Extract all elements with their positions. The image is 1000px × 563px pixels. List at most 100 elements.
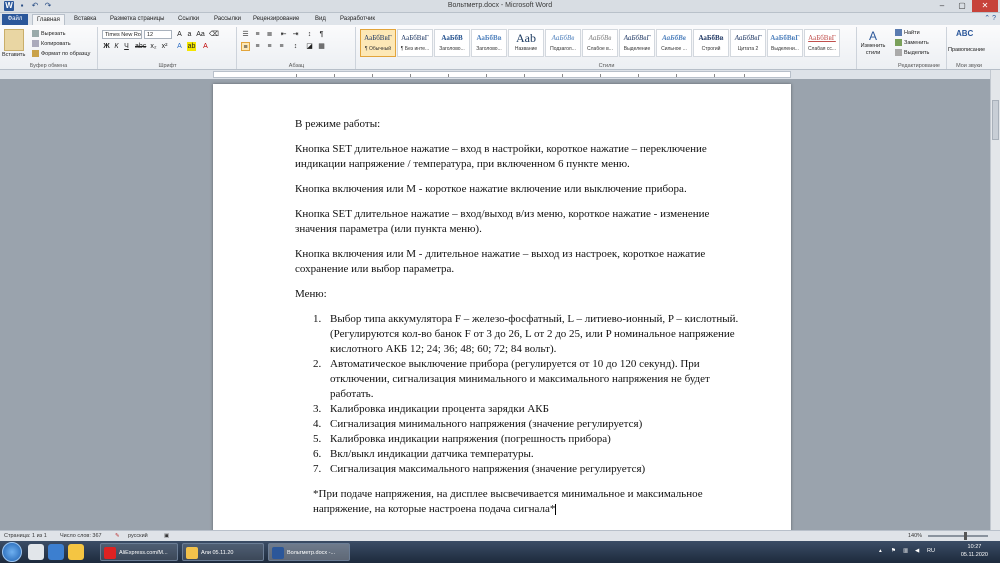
paragraph: Кнопка SET длительное нажатие – вход/вых… — [295, 208, 710, 235]
highlight-icon[interactable]: ab — [187, 42, 196, 51]
cut-button[interactable]: Вырезать — [32, 30, 65, 37]
style-intense-quote[interactable]: АаБбВвГ Выделени... — [767, 29, 803, 57]
minimize-button[interactable]: – — [932, 0, 952, 12]
paragraph: Меню: — [295, 288, 327, 300]
tab-view[interactable]: Вид — [311, 14, 330, 25]
window-title: Вольтметр.docx - Microsoft Word — [447, 2, 553, 9]
explorer-pinned-icon[interactable] — [28, 544, 44, 560]
tray-arrow-icon[interactable]: ▴ — [879, 548, 882, 554]
align-left-icon[interactable]: ≡ — [241, 42, 250, 51]
style-emphasis[interactable]: АаБбВвГ Выделение — [619, 29, 655, 57]
maximize-button[interactable]: ▢ — [952, 0, 972, 12]
replace-button[interactable]: Заменить — [895, 39, 929, 46]
tab-insert[interactable]: Вставка — [70, 14, 100, 25]
style-subtle-reference[interactable]: АаБбВвГ Слабая сс... — [804, 29, 840, 57]
increase-indent-icon[interactable]: ⇥ — [291, 30, 300, 39]
clear-format-icon[interactable]: ⌫ — [209, 30, 219, 39]
change-styles-button[interactable]: A Изменить стили — [858, 29, 888, 57]
style-quote-2[interactable]: АаБбВвГ Цитата 2 — [730, 29, 766, 57]
style-strong[interactable]: АаБбВв Строгий — [693, 29, 729, 57]
flag-icon[interactable]: ⚑ — [891, 548, 896, 554]
list-item: 5. Калибровка индикации напряжения (погре… — [313, 433, 611, 445]
shading-icon[interactable]: ◪ — [305, 42, 314, 51]
language-indicator[interactable]: русский — [128, 531, 148, 541]
document-page[interactable]: В режиме работы: Кнопка SET длительное н… — [213, 84, 791, 544]
document-body[interactable]: В режиме работы: Кнопка SET длительное н… — [295, 117, 745, 527]
macro-icon[interactable]: ▣ — [164, 531, 169, 541]
font-family-select[interactable]: Times New Ro — [102, 30, 142, 39]
tab-developer[interactable]: Разработчик — [336, 14, 379, 25]
copy-button[interactable]: Копировать — [32, 40, 71, 47]
font-size-select[interactable]: 12 — [144, 30, 172, 39]
proofing-status-icon[interactable]: ✎ — [115, 531, 120, 541]
tab-home[interactable]: Главная — [32, 14, 65, 25]
shrink-font-icon[interactable]: a — [185, 30, 194, 39]
show-marks-icon[interactable]: ¶ — [317, 30, 326, 39]
select-button[interactable]: Выделить — [895, 49, 929, 56]
style-intense-emphasis[interactable]: АаБбВв Сильное ... — [656, 29, 692, 57]
word-count[interactable]: Число слов: 367 — [60, 531, 102, 541]
align-center-icon[interactable]: ≡ — [253, 42, 262, 51]
status-bar: Страница: 1 из 1 Число слов: 367 ✎ русск… — [0, 530, 1000, 541]
scrollbar-thumb[interactable] — [992, 100, 999, 140]
superscript-button[interactable]: x² — [160, 42, 169, 51]
tab-page-layout[interactable]: Разметка страницы — [106, 14, 168, 25]
bullets-icon[interactable]: ☰ — [241, 30, 250, 39]
grow-font-icon[interactable]: A — [175, 30, 184, 39]
taskbar-item-folder[interactable]: Али 05.11.20 — [182, 543, 264, 561]
keyboard-language[interactable]: RU — [927, 548, 935, 554]
folder-pinned-icon[interactable] — [68, 544, 84, 560]
style-normal[interactable]: АаБбВвГ ¶ Обычный — [360, 29, 396, 57]
style-subtle-emphasis[interactable]: АаБбВв Слабое в... — [582, 29, 618, 57]
style-heading-1[interactable]: АаБбВ Заголово... — [434, 29, 470, 57]
tab-file[interactable]: Файл — [2, 14, 28, 25]
line-spacing-icon[interactable]: ↕ — [291, 42, 300, 51]
media-pinned-icon[interactable] — [48, 544, 64, 560]
style-subtitle[interactable]: АаБбВв Подзагол... — [545, 29, 581, 57]
close-button[interactable]: ✕ — [972, 0, 998, 12]
zoom-slider-knob[interactable] — [964, 532, 967, 540]
multilevel-list-icon[interactable]: ≣ — [265, 30, 274, 39]
horizontal-ruler[interactable] — [0, 70, 1000, 79]
clock[interactable]: 10:27 05.11.2020 — [961, 543, 988, 559]
strikethrough-button[interactable]: abc — [135, 42, 146, 51]
tab-references[interactable]: Ссылки — [174, 14, 203, 25]
zoom-slider[interactable] — [928, 532, 988, 540]
align-right-icon[interactable]: ≡ — [265, 42, 274, 51]
subscript-button[interactable]: x₂ — [149, 42, 158, 51]
spelling-button[interactable]: Правописание — [948, 47, 985, 53]
help-icon[interactable]: ⌃ ? — [984, 14, 996, 22]
style-heading-2[interactable]: АаБбВв Заголово... — [471, 29, 507, 57]
taskbar-item-browser[interactable]: AliExpress.com/M... — [100, 543, 178, 561]
numbering-icon[interactable]: ≡ — [253, 30, 262, 39]
vertical-scrollbar[interactable] — [990, 70, 1000, 530]
style-title[interactable]: Aab Название — [508, 29, 544, 57]
page-count[interactable]: Страница: 1 из 1 — [4, 531, 47, 541]
tab-review[interactable]: Рецензирование — [249, 14, 303, 25]
borders-icon[interactable]: ▦ — [317, 42, 326, 51]
style-no-spacing[interactable]: АаБбВвГ ¶ Без инте... — [397, 29, 433, 57]
volume-icon[interactable]: ◀ — [915, 548, 919, 554]
sort-icon[interactable]: ↕ — [305, 30, 314, 39]
tab-mailings[interactable]: Рассылки — [210, 14, 245, 25]
start-button[interactable] — [2, 542, 22, 562]
paste-button[interactable]: Вставить — [2, 52, 25, 58]
editing-group-label: Редактирование — [898, 63, 940, 69]
justify-icon[interactable]: ≡ — [277, 42, 286, 51]
decrease-indent-icon[interactable]: ⇤ — [279, 30, 288, 39]
change-case-icon[interactable]: Aa — [196, 30, 205, 39]
font-group-label: Шрифт — [158, 63, 177, 69]
taskbar-item-word[interactable]: Вольтметр.docx -... — [268, 543, 350, 561]
spelling-icon: ABC — [956, 29, 974, 38]
text-effects-icon[interactable]: A — [175, 42, 184, 51]
font-color-icon[interactable]: A — [201, 42, 210, 51]
find-button[interactable]: Найти — [895, 29, 920, 36]
network-icon[interactable]: ▥ — [903, 548, 908, 554]
zoom-level[interactable]: 140% — [908, 531, 922, 541]
paste-icon[interactable] — [4, 29, 24, 51]
list-item: 1. Выбор типа аккумулятора F – железо-фос… — [313, 313, 739, 355]
italic-button[interactable]: К — [112, 42, 121, 51]
bold-button[interactable]: Ж — [102, 42, 111, 51]
underline-button[interactable]: Ч — [122, 42, 131, 51]
format-painter-button[interactable]: Формат по образцу — [32, 50, 90, 57]
